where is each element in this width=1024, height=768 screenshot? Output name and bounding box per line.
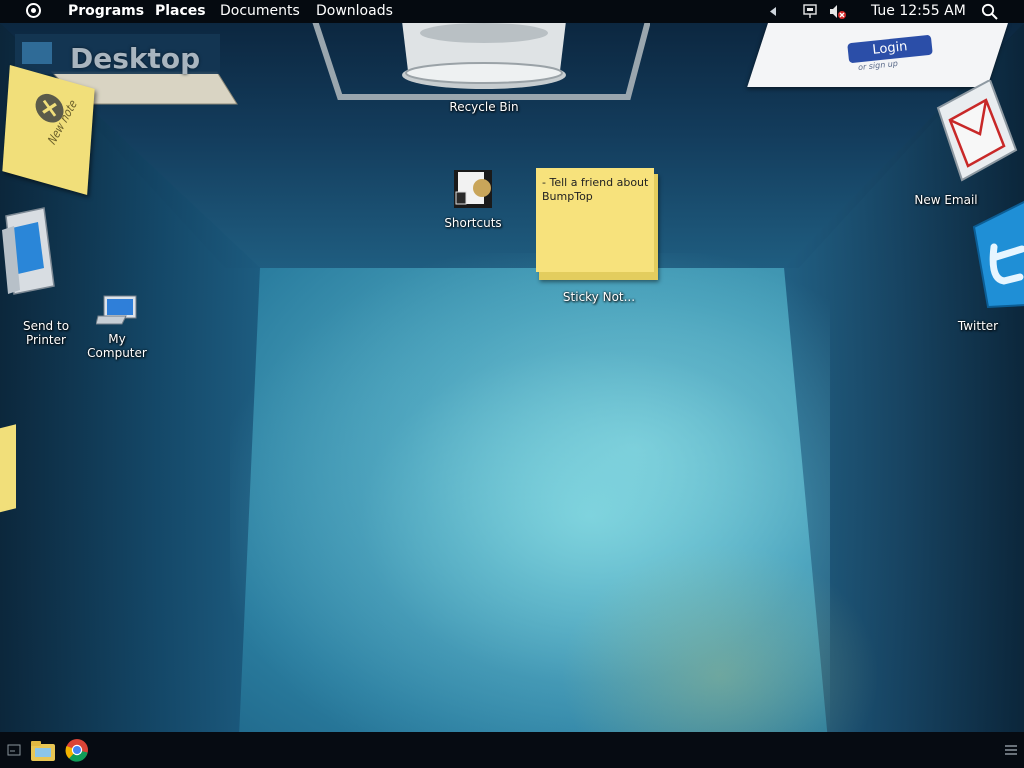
twitter-item[interactable] [964,187,1024,309]
sticky-note-text: - Tell a friend about BumpTop [542,176,649,203]
network-icon[interactable] [802,3,820,20]
bottom-taskbar [0,732,1024,768]
clock[interactable]: Tue 12:55 AM [871,3,966,20]
send-to-printer-item[interactable] [0,206,56,298]
volume-muted-icon[interactable] [829,3,847,20]
sticky-note-label: Sticky Not... [562,290,636,304]
envelope-icon [936,78,1018,182]
twitter-icon [972,200,1024,309]
menu-documents[interactable]: Documents [220,3,300,20]
file-explorer-icon[interactable] [30,738,56,762]
show-desktop-icon[interactable] [7,744,21,756]
recycle-bin-icon [312,23,651,100]
new-email-item[interactable] [934,78,1018,184]
shortcuts-icon [454,170,492,208]
recycle-bin-label: Recycle Bin [449,100,519,114]
my-computer-item[interactable] [95,294,140,328]
shortcuts-label: Shortcuts [444,216,502,230]
tray-expand-arrow-icon[interactable] [768,3,778,20]
twitter-label: Twitter [957,319,999,333]
computer-icon [95,295,137,325]
bumptop-room[interactable]: Desktop New note Recycle Bin Login or si… [0,23,1024,732]
menu-places[interactable]: Places [155,3,206,20]
menu-icon[interactable] [1004,744,1018,756]
search-icon[interactable] [981,3,999,20]
partial-note-item[interactable] [0,424,16,514]
send-to-printer-label: Send to Printer [22,319,70,347]
printer-icon [2,207,55,295]
sticky-note[interactable]: - Tell a friend about BumpTop [536,168,658,280]
menu-downloads[interactable]: Downloads [316,3,393,20]
top-menubar: Programs Places Documents Downloads Tue … [0,0,1024,23]
floor-warm-highlight [560,543,880,732]
chrome-icon[interactable] [65,738,89,762]
shortcuts-item[interactable] [452,168,494,210]
recycle-bin[interactable] [312,23,651,101]
desktop-label: Desktop [70,42,201,75]
menu-programs[interactable]: Programs [68,3,144,20]
my-computer-label: My Computer [87,332,147,360]
start-menu-icon[interactable] [26,3,41,18]
